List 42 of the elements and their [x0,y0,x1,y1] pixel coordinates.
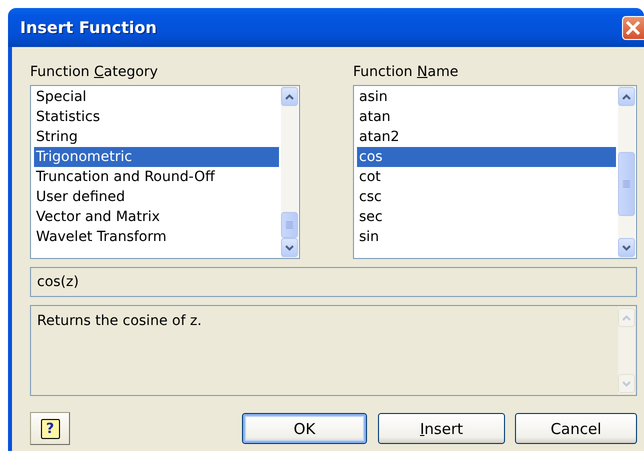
ok-button[interactable]: OK [242,413,367,444]
scroll-thumb[interactable] [281,212,298,238]
scroll-down-button[interactable] [618,238,635,257]
scroll-down-button[interactable] [281,238,298,257]
function-name-label: Function Name [353,63,460,82]
list-item[interactable]: Special [34,87,279,107]
cancel-button[interactable]: Cancel [515,413,637,444]
list-item[interactable]: cos [357,147,616,167]
scroll-thumb[interactable] [618,152,635,216]
list-item[interactable]: Vector and Matrix [34,207,279,227]
help-icon: ? [40,418,60,438]
chevron-down-icon [285,244,294,250]
list-item[interactable]: Statistics [34,107,279,127]
list-item[interactable]: asin [357,87,616,107]
chevron-down-icon [622,244,631,250]
category-label: Function Category [30,63,159,82]
window-title: Insert Function [20,18,157,37]
close-button[interactable] [622,16,644,40]
chevron-up-icon [285,94,294,100]
insert-button[interactable]: Insert [378,413,505,444]
list-item[interactable]: Wavelet Transform [34,227,279,247]
list-item[interactable]: Truncation and Round-Off [34,167,279,187]
chevron-up-icon [622,314,631,320]
list-item[interactable]: User defined [34,187,279,207]
chevron-down-icon [622,380,631,386]
list-item[interactable]: sin [357,227,616,247]
list-item[interactable]: Trigonometric [34,147,279,167]
signature-field: cos(z) [30,267,637,297]
description-text: Returns the cosine of z. [36,312,203,331]
chevron-up-icon [622,94,631,100]
list-item[interactable]: atan [357,107,616,127]
scroll-up-button[interactable] [281,87,298,106]
scroll-up-button[interactable] [618,87,635,106]
grip-icon [623,180,630,188]
close-icon [625,20,641,36]
list-item[interactable]: sec [357,207,616,227]
list-item[interactable]: atan2 [357,127,616,147]
help-button[interactable]: ? [30,412,70,445]
list-item[interactable]: String [34,127,279,147]
list-item[interactable]: cot [357,167,616,187]
list-item[interactable]: csc [357,187,616,207]
grip-icon [286,221,293,229]
